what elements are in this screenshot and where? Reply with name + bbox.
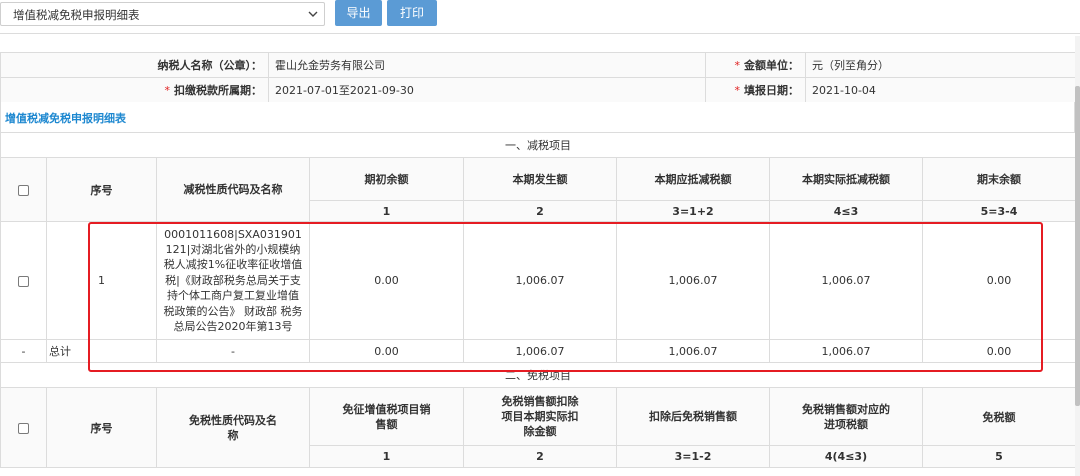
exempt-num-2: 2 xyxy=(463,445,617,468)
amount-unit-value: 元（列至角分） xyxy=(805,52,1076,78)
chevron-down-icon xyxy=(308,11,318,17)
col-num-2: 2 xyxy=(463,200,617,222)
total-due: 1,006.07 xyxy=(616,339,770,363)
required-mark: * xyxy=(734,59,741,72)
exempt-col-input: 免税销售额对应的进项税额 xyxy=(769,387,923,446)
exemption-heading: 二、免税项目 xyxy=(0,362,1076,388)
total-closing: 0.00 xyxy=(922,339,1076,363)
toolbar: 增值税减免税申报明细表 导出 打印 xyxy=(0,0,1080,34)
exempt-col-deduct: 免税销售额扣除项目本期实际扣除金额 xyxy=(463,387,617,446)
col-opening-balance: 期初余额 xyxy=(309,157,464,201)
exempt-select-all-cell xyxy=(0,387,47,468)
section-title-text: 增值税减免税申报明细表 xyxy=(5,112,126,125)
fill-date-label: * 填报日期： xyxy=(705,77,806,103)
row-current: 1,006.07 xyxy=(463,221,617,340)
select-all-cell xyxy=(0,157,47,222)
exempt-col-sales: 免征增值税项目销售额 xyxy=(309,387,464,446)
export-button[interactable]: 导出 xyxy=(335,0,382,26)
required-mark: * xyxy=(164,84,171,97)
col-closing-balance: 期末余额 xyxy=(922,157,1076,201)
detail-table: 一、减税项目 序号 减税性质代码及名称 期初余额 本期发生额 本期应抵减税额 本… xyxy=(0,132,1076,468)
exempt-num-5: 5 xyxy=(922,445,1076,468)
col-reduction-code: 减税性质代码及名称 xyxy=(156,157,310,222)
row-due: 1,006.07 xyxy=(616,221,770,340)
taxpayer-info-table: 纳税人名称（公章）： 霍山允金劳务有限公司 * 金额单位： 元（列至角分） * 扣缴… xyxy=(0,52,1076,103)
exempt-col-after: 扣除后免税销售额 xyxy=(616,387,770,446)
tax-period-label: * 扣缴税款所属期： xyxy=(0,77,269,103)
row-closing: 0.00 xyxy=(922,221,1076,340)
col-current-amount: 本期发生额 xyxy=(463,157,617,201)
taxpayer-name-value: 霍山允金劳务有限公司 xyxy=(268,52,706,78)
exempt-col-seq: 序号 xyxy=(46,387,157,468)
row-seq: 1 xyxy=(46,221,157,340)
exempt-num-4: 4(4≤3) xyxy=(769,445,923,468)
exempt-col-code: 免税性质代码及名称 xyxy=(156,387,310,468)
col-actual-deduction: 本期实际抵减税额 xyxy=(769,157,923,201)
required-mark: * xyxy=(734,84,741,97)
row-select-cell xyxy=(0,221,47,340)
total-dash: - xyxy=(0,339,47,363)
exempt-num-3: 3=1-2 xyxy=(616,445,770,468)
scrollbar-thumb[interactable] xyxy=(1075,86,1080,406)
total-current: 1,006.07 xyxy=(463,339,617,363)
select-all-checkbox[interactable] xyxy=(18,184,29,196)
total-opening: 0.00 xyxy=(309,339,464,363)
fill-date-value: 2021-10-04 xyxy=(805,77,1076,103)
report-type-select[interactable]: 增值税减免税申报明细表 xyxy=(0,2,325,26)
tax-period-value: 2021-07-01至2021-09-30 xyxy=(268,77,706,103)
report-type-select-value: 增值税减免税申报明细表 xyxy=(13,8,140,22)
total-label: 总计 xyxy=(46,339,157,363)
taxpayer-name-label: 纳税人名称（公章）： xyxy=(0,52,269,78)
exempt-select-all-checkbox[interactable] xyxy=(18,422,29,434)
row-opening: 0.00 xyxy=(309,221,464,340)
table-row: 1 0001011608|SXA031901121|对湖北省外的小规模纳税人减按… xyxy=(0,221,1076,340)
exempt-col-amount: 免税额 xyxy=(922,387,1076,446)
section-title: 增值税减免税申报明细表 xyxy=(0,102,1075,132)
reduction-heading: 一、减税项目 xyxy=(0,132,1076,158)
total-actual: 1,006.07 xyxy=(769,339,923,363)
exempt-num-1: 1 xyxy=(309,445,464,468)
col-due-deduction: 本期应抵减税额 xyxy=(616,157,770,201)
col-num-5: 5=3-4 xyxy=(922,200,1076,222)
total-code: - xyxy=(156,339,310,363)
scrollbar[interactable] xyxy=(1075,36,1080,476)
col-seq: 序号 xyxy=(46,157,157,222)
col-num-1: 1 xyxy=(309,200,464,222)
row-checkbox[interactable] xyxy=(18,275,29,287)
total-row: - 总计 - 0.00 1,006.07 1,006.07 1,006.07 0… xyxy=(0,339,1076,363)
row-actual: 1,006.07 xyxy=(769,221,923,340)
row-reduction-code: 0001011608|SXA031901121|对湖北省外的小规模纳税人减按1%… xyxy=(156,221,310,340)
amount-unit-label: * 金额单位： xyxy=(705,52,806,78)
col-num-3: 3=1+2 xyxy=(616,200,770,222)
print-button[interactable]: 打印 xyxy=(387,0,437,26)
col-num-4: 4≤3 xyxy=(769,200,923,222)
